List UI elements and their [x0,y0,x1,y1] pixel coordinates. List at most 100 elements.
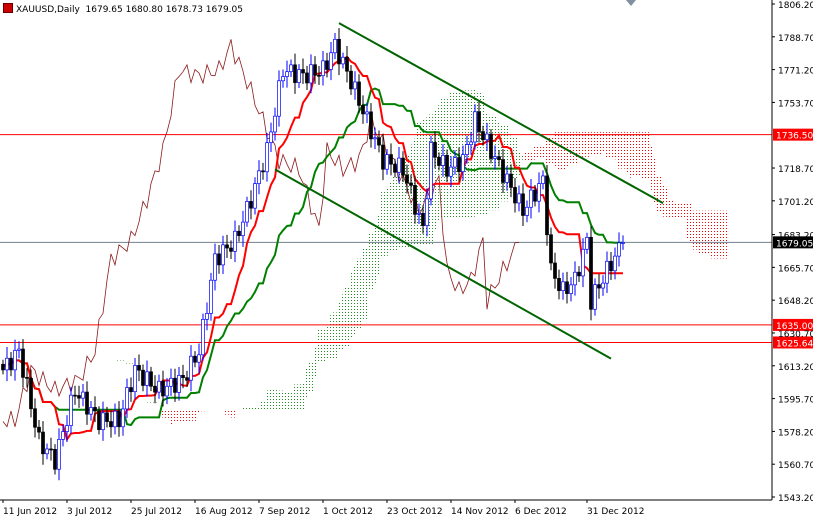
kumo-cloud-segment [261,401,265,411]
candle-body [89,407,93,415]
candle-body [465,144,469,155]
candle-body [361,105,365,115]
kumo-cloud-segment [605,132,609,159]
candle-body [349,70,353,90]
candle-body [101,412,105,431]
candle-body [33,408,37,428]
x-tick-label: 7 Sep 2012 [259,507,310,517]
candle-body [417,212,421,215]
candle-body [41,431,45,455]
kumo-cloud-segment [277,390,281,411]
kumo-cloud-segment [165,409,169,418]
candle-body [225,244,229,249]
kumo-cloud-segment [625,132,629,174]
kumo-cloud-segment [221,409,225,411]
x-tick-label: 25 Jul 2012 [131,507,182,517]
level-label: 1625.64 [776,339,813,349]
kumo-cloud-segment [109,364,113,365]
kumo-cloud-segment [281,390,285,411]
candle-body [117,410,121,428]
candle-body [433,142,437,158]
kumo-cloud-segment [301,383,305,411]
candle-body [553,262,557,279]
price-chart[interactable]: 1736.501679.051635.001625.641806.201788.… [0,0,813,518]
candle-body [245,201,249,223]
candle-body [209,279,213,314]
kumo-cloud-segment [713,210,717,259]
kumo-cloud-segment [309,361,313,392]
kumo-cloud-segment [257,406,261,411]
kumo-cloud-segment [137,388,141,389]
kumo-cloud-segment [173,409,177,423]
kumo-cloud-segment [689,202,693,242]
kumo-cloud-segment [333,312,337,359]
kumo-cloud-segment [289,391,293,411]
y-tick-label: 1665.70 [778,264,813,274]
chart-window: 1736.50 1679.05 1635.00 1625.64 1806.20 1788.… [0,0,813,518]
candle-body [617,242,621,257]
candle-body [221,244,225,266]
kumo-cloud-segment [481,94,485,216]
candle-body [481,131,485,141]
candle-body [85,391,89,415]
kumo-cloud-segment [177,409,181,422]
candle-body [45,448,49,455]
candle-body [401,157,405,176]
candle-body [565,281,569,294]
y-tick-label: 1560.70 [778,461,813,471]
y-tick-label: 1578.20 [778,428,813,438]
kumo-cloud-segment [633,132,637,176]
kumo-cloud-segment [533,145,537,160]
kumo-cloud-segment [325,324,329,359]
kumo-cloud-segment [249,406,253,411]
kumo-cloud-segment [205,409,209,411]
candle-body [397,157,401,173]
candle-body [373,137,377,140]
candle-body [529,189,533,208]
candle-body [441,154,445,166]
candle-body [593,284,597,310]
candle-body [205,313,209,320]
candle-body [29,377,33,410]
candle-body [269,131,273,144]
kumo-cloud-segment [709,210,713,259]
kumo-cloud-segment [641,132,645,180]
kumo-cloud-segment [553,132,557,168]
candle-body [337,38,341,65]
candle-body [253,183,257,209]
kumo-cloud-segment [369,233,373,291]
candle-body [17,348,21,351]
kumo-cloud-segment [381,192,385,257]
x-tick-label: 11 Jun 2012 [3,507,57,517]
candle-body [157,380,161,393]
low-price: 1678.73 [165,5,203,15]
kumo-cloud-segment [117,360,121,361]
symbol: XAUUSD,Daily [16,5,80,15]
kumo-cloud-segment [245,406,249,411]
kumo-cloud-segment [557,132,561,170]
candle-body [297,69,301,83]
kumo-cloud-segment [617,132,621,169]
kumo-cloud-segment [389,181,393,252]
candle-body [37,426,41,433]
candle-body [237,230,241,236]
candle-body [601,282,605,289]
kumo-cloud-segment [529,151,533,163]
candle-body [329,52,333,70]
candle-body [13,350,17,371]
candle-body [449,166,453,177]
candle-body [585,236,589,250]
kumo-cloud-segment [293,384,297,411]
candle-body [189,355,193,381]
kumo-cloud-segment [105,367,109,368]
candle-body [561,281,565,291]
candle-body [5,357,9,371]
kumo-cloud-segment [597,132,601,156]
candle-body [77,395,81,399]
candle-body [93,407,97,412]
kumo-cloud-segment [265,390,269,411]
candle-body [437,156,441,166]
x-tick-label: 1 Oct 2012 [323,507,373,517]
candle-body [1,363,5,371]
close-price: 1679.05 [205,5,244,15]
